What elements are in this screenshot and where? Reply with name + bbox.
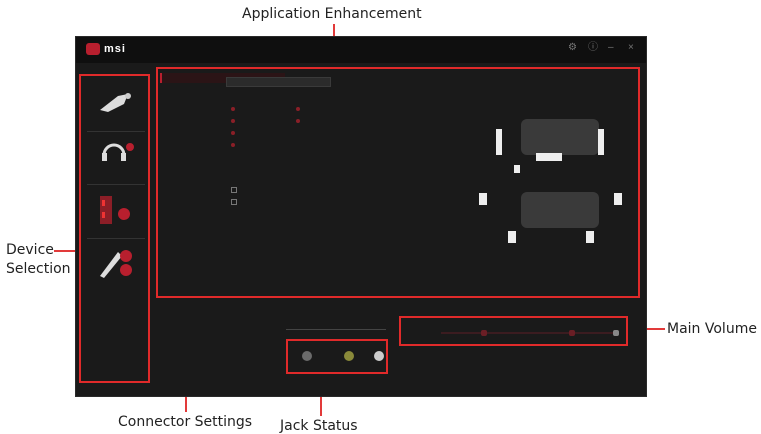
- title-bar-controls: ⚙ ⓘ – ×: [568, 43, 638, 53]
- volume-button-right[interactable]: [569, 330, 575, 336]
- jack-status-panel: [286, 339, 388, 374]
- divider: [87, 184, 145, 185]
- device-selection-panel: [79, 74, 150, 383]
- callout-device-selection-2: Selection: [6, 261, 71, 277]
- callout-main-volume: Main Volume: [667, 321, 757, 337]
- jack-3: [374, 351, 384, 361]
- device-line-in[interactable]: [87, 194, 145, 228]
- microphone-icon: [100, 250, 132, 278]
- checkbox-1[interactable]: [231, 187, 237, 193]
- speaker-layout-upper: [521, 119, 599, 155]
- enhancement-dropdown[interactable]: [226, 77, 331, 87]
- gear-icon[interactable]: ⚙: [568, 43, 578, 53]
- volume-button-left[interactable]: [481, 330, 487, 336]
- callout-application-enhancement: Application Enhancement: [242, 6, 422, 22]
- speaker-icon: [100, 93, 131, 112]
- speaker-front-left[interactable]: [496, 129, 502, 155]
- logo-icon: [86, 43, 100, 55]
- speaker-rear-right[interactable]: [586, 231, 594, 243]
- callout-jack-status: Jack Status: [280, 418, 358, 434]
- speaker-front-right[interactable]: [598, 129, 604, 155]
- speaker-layout-lower: [521, 192, 599, 228]
- option-4[interactable]: [231, 143, 235, 147]
- device-mic[interactable]: [87, 246, 145, 280]
- logo-text: msi: [104, 43, 126, 55]
- speaker-side-right[interactable]: [614, 193, 622, 205]
- headphone-icon: [102, 143, 134, 161]
- app-window: msi ⚙ ⓘ – ×: [75, 36, 647, 397]
- title-bar: msi ⚙ ⓘ – ×: [76, 37, 646, 63]
- mute-button[interactable]: [613, 330, 619, 336]
- connector-settings-bar[interactable]: [286, 329, 386, 330]
- divider: [87, 238, 145, 239]
- microphone-icon: [100, 196, 130, 224]
- option-5[interactable]: [296, 107, 300, 111]
- main-volume-panel: [399, 316, 628, 346]
- close-icon[interactable]: ×: [628, 43, 638, 53]
- callout-device-selection-1: Device: [6, 242, 54, 258]
- checkbox-2[interactable]: [231, 199, 237, 205]
- jack-2: [344, 351, 354, 361]
- option-3[interactable]: [231, 131, 235, 135]
- device-speaker[interactable]: [87, 88, 145, 117]
- speaker-center[interactable]: [536, 153, 562, 161]
- info-icon[interactable]: ⓘ: [588, 43, 598, 53]
- main-volume-slider[interactable]: [441, 332, 617, 334]
- application-enhancement-panel: [156, 67, 640, 298]
- divider: [87, 131, 145, 132]
- option-2[interactable]: [231, 119, 235, 123]
- minimize-icon[interactable]: –: [608, 43, 618, 53]
- device-headphone[interactable]: [87, 138, 145, 167]
- jack-1: [302, 351, 312, 361]
- speaker-side-left[interactable]: [479, 193, 487, 205]
- option-1[interactable]: [231, 107, 235, 111]
- option-6[interactable]: [296, 119, 300, 123]
- app-logo: msi: [86, 43, 126, 55]
- callout-connector-settings: Connector Settings: [118, 414, 253, 430]
- speaker-rear-left[interactable]: [508, 231, 516, 243]
- speaker-subwoofer[interactable]: [514, 165, 520, 173]
